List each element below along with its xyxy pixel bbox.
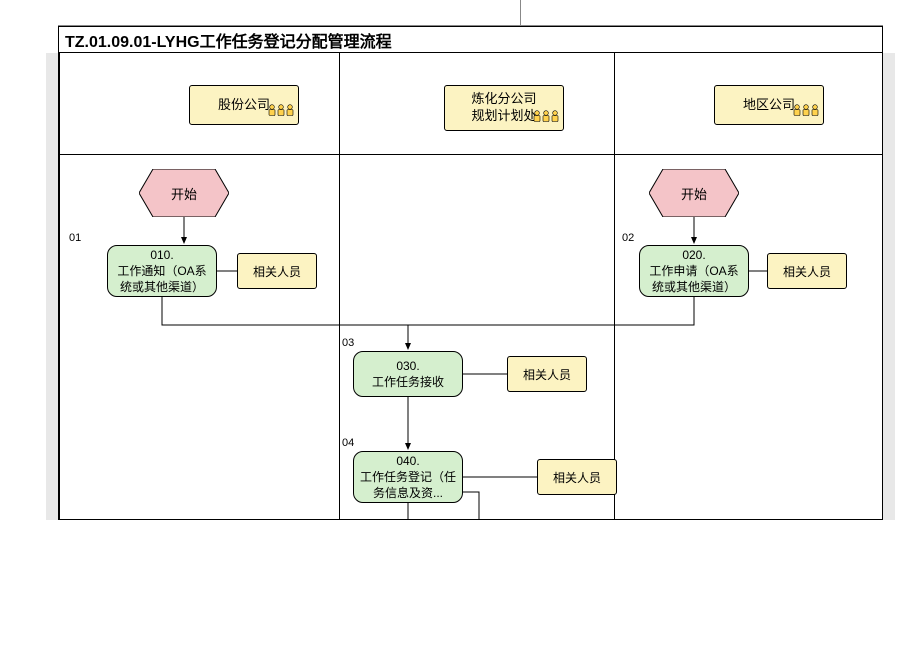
people-icon [267,103,295,122]
step-num-03: 03 [342,337,354,349]
actor-020-label: 相关人员 [783,263,831,280]
lane-header-1-label: 股份公司 [218,97,270,114]
lane-divider-0 [59,53,60,519]
people-icon [532,92,560,128]
lane-header-3: 地区公司 [714,85,824,125]
lane-divider-2 [614,53,615,519]
actor-010: 相关人员 [237,253,317,289]
step-num-01: 01 [69,232,81,244]
start-right-label: 开始 [649,169,739,217]
actor-040: 相关人员 [537,459,617,495]
diagram-frame: TZ.01.09.01-LYHG工作任务登记分配管理流程 股份公司 炼化分公司 … [58,26,883,520]
process-040-label: 040. 工作任务登记（任务信息及资... [360,453,456,502]
title-text: TZ.01.09.01-LYHG工作任务登记分配管理流程 [65,28,392,52]
people-icon [792,103,820,122]
step-num-04: 04 [342,437,354,449]
process-010-label: 010. 工作通知（OA系统或其他渠道） [114,247,210,296]
start-left: 开始 [139,169,229,217]
lane-divider-1 [339,53,340,519]
top-border-right [520,0,883,26]
gray-strip-left [46,53,58,520]
lane-header-1: 股份公司 [189,85,299,125]
actor-040-label: 相关人员 [553,469,601,486]
top-border-left [58,0,520,26]
lane-header-2: 炼化分公司 规划计划处 [444,85,564,131]
process-010: 010. 工作通知（OA系统或其他渠道） [107,245,217,297]
actor-030-label: 相关人员 [523,366,571,383]
lane-header-2-label: 炼化分公司 规划计划处 [471,91,536,125]
process-020: 020. 工作申请（OA系统或其他渠道） [639,245,749,297]
start-right: 开始 [649,169,739,217]
gray-strip-right [883,53,895,520]
actor-020: 相关人员 [767,253,847,289]
start-left-label: 开始 [139,169,229,217]
step-num-02: 02 [622,232,634,244]
process-020-label: 020. 工作申请（OA系统或其他渠道） [646,247,742,296]
actor-010-label: 相关人员 [253,263,301,280]
lane-header-3-label: 地区公司 [743,97,795,114]
process-030: 030. 工作任务接收 [353,351,463,397]
actor-030: 相关人员 [507,356,587,392]
diagram-title: TZ.01.09.01-LYHG工作任务登记分配管理流程 [59,27,882,53]
process-030-label: 030. 工作任务接收 [372,358,444,390]
process-040: 040. 工作任务登记（任务信息及资... [353,451,463,503]
